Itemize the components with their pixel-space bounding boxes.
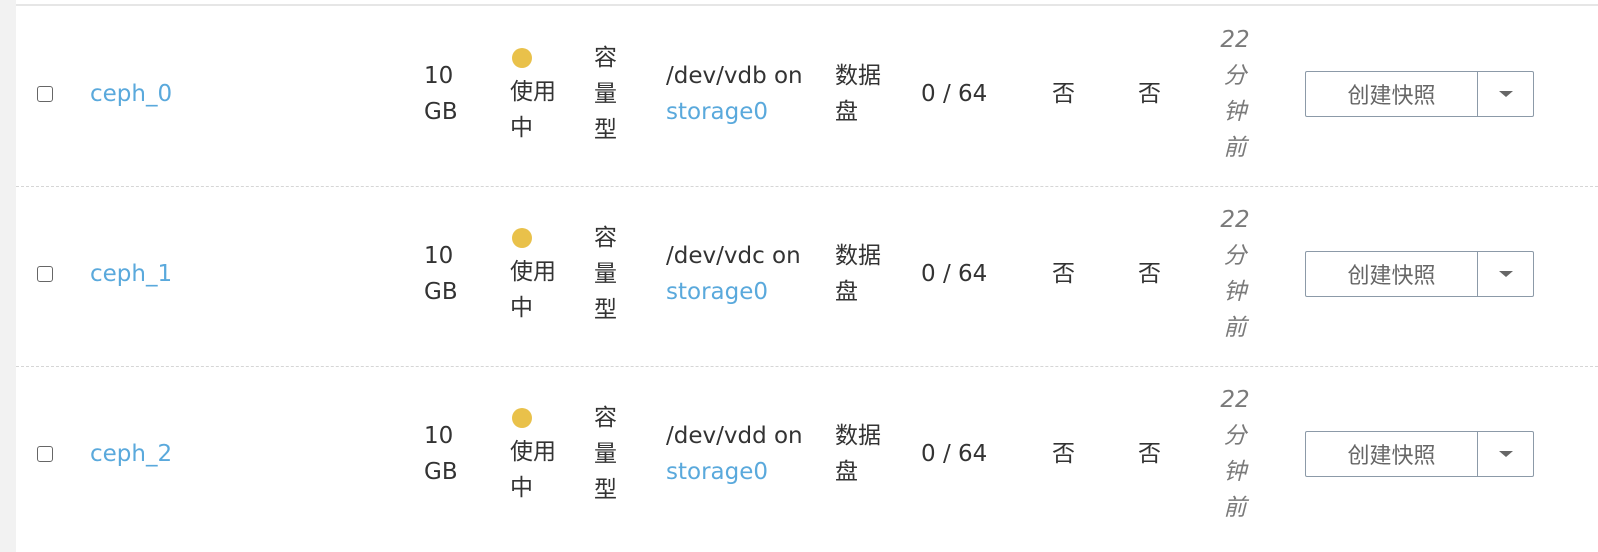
attach-on-text: on [773,423,803,449]
create-snapshot-button[interactable]: 创建快照 [1306,252,1478,296]
created-time: 22分钟前 [1220,387,1250,521]
volume-table: ceph_0 10 GB 使用中 容量型 /dev/vdb on storage… [16,0,1598,552]
flag-b-value: 否 [1138,261,1161,287]
chevron-down-icon [1498,451,1513,457]
created-time: 22分钟前 [1220,207,1250,341]
disk-kind: 数据盘 [835,423,881,485]
flag-b-value: 否 [1138,441,1161,467]
disk-kind: 数据盘 [835,243,881,305]
more-actions-button[interactable] [1478,252,1533,296]
attach-on-text: on [773,63,803,89]
action-button-group: 创建快照 [1305,431,1534,477]
attached-to: /dev/vdd on storage0 [666,418,816,490]
status-dot-icon [512,408,532,428]
attach-server-link[interactable]: storage0 [666,99,768,125]
status-text: 使用中 [510,259,556,321]
flag-b-value: 否 [1138,81,1161,107]
checkbox-icon[interactable] [37,446,53,462]
volume-status: 使用中 [510,220,570,326]
create-snapshot-button[interactable]: 创建快照 [1306,432,1478,476]
volume-name-link[interactable]: ceph_2 [90,436,172,472]
flag-a-value: 否 [1052,81,1075,107]
attach-on-text: on [772,243,801,269]
volume-size: 10 GB [424,243,458,305]
action-button-group: 创建快照 [1305,251,1534,297]
volume-type: 容量型 [594,225,617,323]
volume-type: 容量型 [594,45,617,143]
disk-kind: 数据盘 [835,63,881,125]
volume-status: 使用中 [510,400,570,506]
attach-device: /dev/vdd [666,423,767,449]
attach-server-link[interactable]: storage0 [666,279,768,305]
chevron-down-icon [1498,271,1513,277]
attach-device: /dev/vdb [666,63,767,89]
snapshot-count: 0 / 64 [921,81,988,107]
more-actions-button[interactable] [1478,72,1533,116]
status-dot-icon [512,228,532,248]
table-row: ceph_0 10 GB 使用中 容量型 /dev/vdb on storage… [16,6,1598,186]
volume-size: 10 GB [424,63,458,125]
flag-a-value: 否 [1052,261,1075,287]
volume-size: 10 GB [424,423,458,485]
attach-server-link[interactable]: storage0 [666,459,768,485]
attached-to: /dev/vdb on storage0 [666,58,816,130]
more-actions-button[interactable] [1478,432,1533,476]
status-text: 使用中 [510,439,556,501]
checkbox-icon[interactable] [37,86,53,102]
table-row: ceph_2 10 GB 使用中 容量型 /dev/vdd on storage… [16,366,1598,546]
flag-a-value: 否 [1052,441,1075,467]
status-text: 使用中 [510,79,556,141]
table-row: ceph_1 10 GB 使用中 容量型 /dev/vdc on storage… [16,186,1598,366]
attached-to: /dev/vdc on storage0 [666,238,816,310]
volume-name-link[interactable]: ceph_0 [90,76,172,112]
snapshot-count: 0 / 64 [921,261,988,287]
snapshot-count: 0 / 64 [921,441,988,467]
created-time: 22分钟前 [1220,27,1250,161]
volume-status: 使用中 [510,40,570,146]
volume-type: 容量型 [594,405,617,503]
chevron-down-icon [1498,91,1513,97]
attach-device: /dev/vdc [666,243,765,269]
volume-name-link[interactable]: ceph_1 [90,256,172,292]
checkbox-icon[interactable] [37,266,53,282]
create-snapshot-button[interactable]: 创建快照 [1306,72,1478,116]
status-dot-icon [512,48,532,68]
action-button-group: 创建快照 [1305,71,1534,117]
